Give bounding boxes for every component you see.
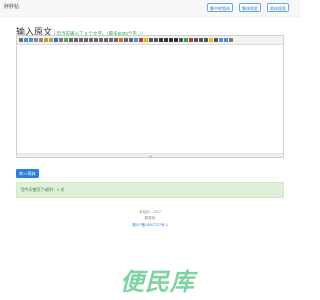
footer-site-name: 胖胖帖 <box>144 216 156 220</box>
strikethrough-icon[interactable] <box>174 38 178 42</box>
select-all-icon[interactable] <box>124 38 128 42</box>
media-icon[interactable] <box>194 38 198 42</box>
line-height-icon[interactable] <box>179 38 183 42</box>
footer-copyright: 本站为 - 2017 <box>139 210 161 214</box>
top-navbar: 胖胖帖 繁中转简体 繁体搜索 简体搜索 <box>0 0 300 17</box>
watermark-logo: 便民库 <box>120 268 195 296</box>
link-icon[interactable] <box>219 38 223 42</box>
paste-icon[interactable] <box>44 38 48 42</box>
footer-icp-row: 湘ICP备19007727号-1 <box>0 223 300 228</box>
copy-icon[interactable] <box>39 38 43 42</box>
image-icon[interactable] <box>184 38 188 42</box>
justify-icon[interactable] <box>84 38 88 42</box>
find-icon[interactable] <box>129 38 133 42</box>
paste-text-icon[interactable] <box>49 38 53 42</box>
align-center-icon[interactable] <box>74 38 78 42</box>
usage-result-box: 您今天使用了0超作：0 次 <box>16 182 284 198</box>
source-icon[interactable] <box>19 38 23 42</box>
emoticons-icon[interactable] <box>209 38 213 42</box>
about-icon[interactable] <box>229 38 233 42</box>
usage-result-text: 您今天使用了0超作：0 次 <box>21 188 65 192</box>
hr-icon[interactable] <box>204 38 208 42</box>
print-icon[interactable] <box>59 38 63 42</box>
indent-icon[interactable] <box>99 38 103 42</box>
underline-icon[interactable] <box>169 38 173 42</box>
convert-to-simplified-button[interactable]: 转>>简体 <box>16 169 39 178</box>
spellcheck-icon[interactable] <box>64 38 68 42</box>
font-size-icon[interactable] <box>154 38 158 42</box>
bold-icon[interactable] <box>159 38 163 42</box>
redo-icon[interactable] <box>29 38 33 42</box>
special-char-icon[interactable] <box>214 38 218 42</box>
editor-toolbar <box>17 36 283 45</box>
text-color-icon[interactable] <box>139 38 143 42</box>
ordered-list-icon[interactable] <box>89 38 93 42</box>
subscript-icon[interactable] <box>109 38 113 42</box>
superscript-icon[interactable] <box>114 38 118 42</box>
paste-word-icon[interactable] <box>54 38 58 42</box>
source-text-input[interactable] <box>17 45 283 155</box>
cut-icon[interactable] <box>34 38 38 42</box>
nav-button-traditional-search[interactable]: 繁体搜索 <box>239 3 261 12</box>
align-right-icon[interactable] <box>79 38 83 42</box>
undo-icon[interactable] <box>24 38 28 42</box>
outdent-icon[interactable] <box>104 38 108 42</box>
resize-grip-icon: ◢ <box>149 154 152 158</box>
site-brand[interactable]: 胖胖帖 <box>4 3 19 10</box>
unlink-icon[interactable] <box>224 38 228 42</box>
unordered-list-icon[interactable] <box>94 38 98 42</box>
nav-button-traditional-to-simplified[interactable]: 繁中转简体 <box>207 3 233 12</box>
table-icon[interactable] <box>199 38 203 42</box>
align-left-icon[interactable] <box>69 38 73 42</box>
bg-color-icon[interactable] <box>144 38 148 42</box>
footer-icp-link[interactable]: 湘ICP备19007727号-1 <box>132 223 168 227</box>
nav-button-simplified-search[interactable]: 简体搜索 <box>267 3 289 12</box>
italic-icon[interactable] <box>164 38 168 42</box>
rich-text-editor: ◢ <box>16 35 284 158</box>
editor-resize-handle[interactable]: ◢ <box>17 153 283 158</box>
fullscreen-icon[interactable] <box>134 38 138 42</box>
font-icon[interactable] <box>149 38 153 42</box>
flash-icon[interactable] <box>189 38 193 42</box>
clear-format-icon[interactable] <box>119 38 123 42</box>
